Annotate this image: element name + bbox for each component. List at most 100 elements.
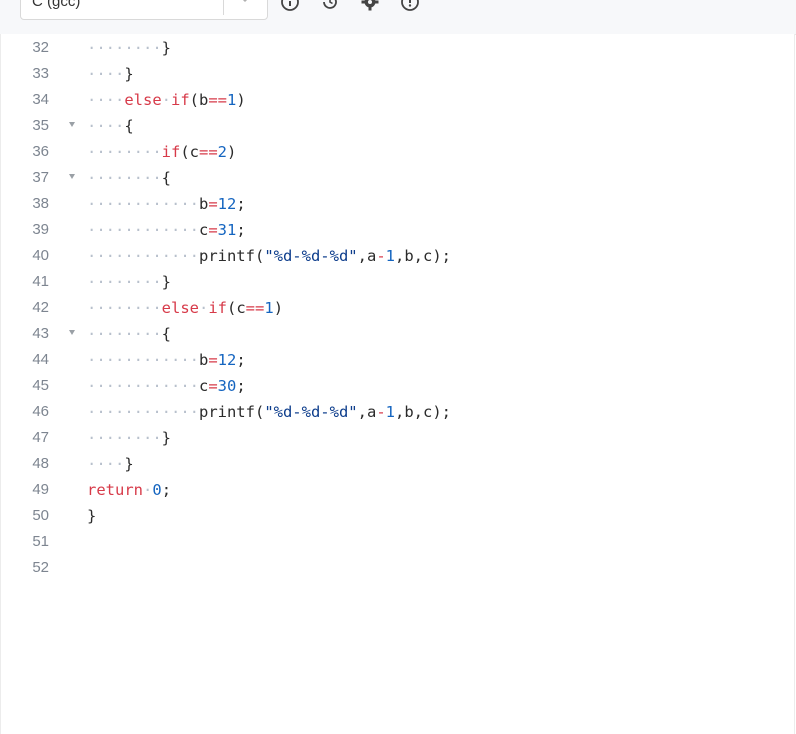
code-line[interactable]: 36 ········if(c==2) [1,139,796,165]
code-text: ····else·if(b==1) [87,87,246,113]
code-line[interactable]: 49 return·0; [1,477,796,503]
code-token: } [161,39,171,57]
code-token: ; [236,351,246,369]
code-line[interactable]: 35 ····{ [1,113,796,139]
fold-toggle-icon[interactable] [69,122,75,127]
code-line[interactable]: 42 ········else·if(c==1) [1,295,796,321]
code-text: ············c=30; [87,373,246,399]
info-icon[interactable] [280,0,300,12]
indent-guide: ········ [87,273,162,291]
code-token: - [376,403,386,421]
code-token: ) [227,143,237,161]
code-editor[interactable]: 32 ········} 33 ····} 34 ····else·if(b==1) 35 ·… [0,34,795,734]
code-token: c [198,377,209,395]
fold-toggle-icon[interactable] [69,174,75,179]
code-line[interactable]: 47 ········} [1,425,796,451]
code-token: ,a [357,247,377,265]
line-number: 47 [32,429,49,446]
code-token: 1 [385,247,395,265]
indent-guide: ········ [87,299,162,317]
code-token: ) [236,91,246,109]
line-number: 51 [32,533,49,550]
code-line[interactable]: 32 ········} [1,35,796,61]
code-token: 1 [227,91,237,109]
code-token: - [376,247,386,265]
indent-guide: ········ [87,169,162,187]
code-token: { [124,117,134,135]
code-token: if [208,299,227,317]
chevron-down-icon[interactable] [239,0,251,5]
code-token: if [161,143,181,161]
code-token: "%d-%d-%d" [264,247,358,265]
code-token: { [161,169,171,187]
code-token: == [208,91,228,109]
download-icon[interactable] [400,0,420,12]
settings-icon[interactable] [360,0,380,12]
code-token: ,b,c); [395,247,451,265]
code-text: ········if(c==2) [87,139,236,165]
code-token: · [143,481,153,499]
indent-guide: ········ [87,143,162,161]
code-line[interactable]: 46 ············printf("%d-%d-%d",a-1,b,c)… [1,399,796,425]
select-divider [223,0,224,15]
code-line[interactable]: 44 ············b=12; [1,347,796,373]
code-token: ,b,c); [395,403,451,421]
code-line[interactable]: 52 [1,555,796,581]
code-line[interactable]: 51 [1,529,796,555]
line-number: 43 [32,325,49,342]
line-number: 52 [32,559,49,576]
code-text: ········{ [87,165,171,191]
code-token: ; [161,481,172,499]
code-line[interactable]: 39 ············c=31; [1,217,796,243]
code-token: c [198,221,209,239]
code-line[interactable]: 34 ····else·if(b==1) [1,87,796,113]
line-number: 33 [32,65,49,82]
code-token: printf( [198,247,265,265]
code-text: ············printf("%d-%d-%d",a-1,b,c); [87,399,451,425]
code-token: b [198,195,209,213]
code-text: ············c=31; [87,217,246,243]
code-line[interactable]: 50} [1,503,796,529]
code-line[interactable]: 37 ········{ [1,165,796,191]
code-line[interactable]: 43 ········{ [1,321,796,347]
code-token: = [208,351,218,369]
code-token: else [124,91,162,109]
reset-icon[interactable] [320,0,340,12]
code-line[interactable]: 45 ············c=30; [1,373,796,399]
code-line[interactable]: 41 ········} [1,269,796,295]
code-token: else [161,299,199,317]
code-line[interactable]: 40 ············printf("%d-%d-%d",a-1,b,c)… [1,243,796,269]
fold-toggle-icon[interactable] [69,330,75,335]
editor-toolbar: C (gcc) [0,0,796,35]
indent-guide: ············ [87,195,199,213]
code-token: return [87,481,143,499]
code-line[interactable]: 38 ············b=12; [1,191,796,217]
code-token: 12 [217,195,237,213]
code-token: } [124,65,134,83]
line-number: 34 [32,91,49,108]
line-number: 48 [32,455,49,472]
code-token: 12 [217,351,237,369]
indent-guide: ············ [87,247,199,265]
language-select-value: C (gcc) [32,0,81,10]
code-token: ) [273,299,284,317]
code-line[interactable]: 48 ····} [1,451,796,477]
code-token: } [87,507,97,525]
indent-guide: ············ [87,403,199,421]
code-token: ; [236,221,246,239]
indent-guide: ············ [87,377,199,395]
code-text: ············b=12; [87,347,246,373]
code-token: } [124,455,134,473]
code-text: ············b=12; [87,191,246,217]
line-number: 36 [32,143,49,160]
code-text: ········} [87,269,171,295]
code-token: { [161,325,171,343]
code-line[interactable]: 33 ····} [1,61,796,87]
code-text: return·0; [87,477,171,503]
language-select[interactable]: C (gcc) [20,0,268,20]
indent-guide: ···· [87,91,125,109]
code-token: printf( [198,403,265,421]
indent-guide: ········ [87,429,162,447]
indent-guide: ···· [87,117,125,135]
line-number: 41 [32,273,49,290]
